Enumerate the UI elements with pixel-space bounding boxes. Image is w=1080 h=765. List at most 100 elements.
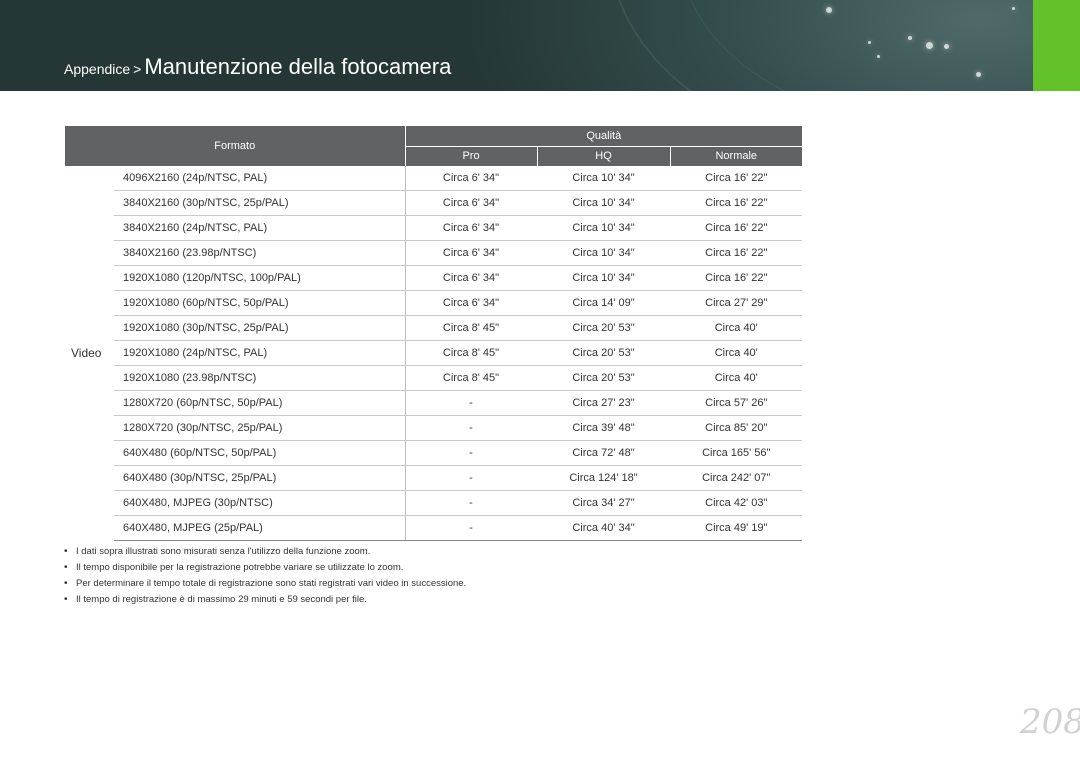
normale-cell: Circa 57' 26" (670, 390, 803, 416)
table-row: 1280X720 (30p/NTSC, 25p/PAL) - Circa 39' 4… (65, 415, 803, 441)
sparkle-dot (1012, 7, 1015, 10)
sparkle-dot (908, 36, 912, 40)
table-row: 1920X1080 (24p/NTSC, PAL) Circa 8' 45" Cir… (65, 340, 803, 366)
pro-cell: Circa 8' 45" (405, 340, 538, 366)
normale-cell: Circa 165' 56" (670, 440, 803, 466)
hq-cell: Circa 10' 34" (537, 265, 671, 291)
normale-cell: Circa 40' (670, 315, 803, 341)
format-cell: 4096X2160 (24p/NTSC, PAL) (114, 166, 406, 191)
header-normale: Normale (670, 146, 803, 166)
page-number: 208 (1020, 702, 1080, 742)
format-cell: 1920X1080 (23.98p/NTSC) (114, 365, 406, 391)
pro-cell: Circa 8' 45" (405, 365, 538, 391)
pro-cell: Circa 6' 34" (405, 166, 538, 191)
table-row: 3840X2160 (23.98p/NTSC) Circa 6' 34" Circa… (65, 240, 803, 266)
format-cell: 1280X720 (60p/NTSC, 50p/PAL) (114, 390, 406, 416)
pro-cell: Circa 6' 34" (405, 190, 538, 216)
note-item: • Per determinare il tempo totale di regi… (64, 578, 467, 589)
hq-cell: Circa 34' 27" (537, 490, 671, 516)
format-cell: 640X480 (60p/NTSC, 50p/PAL) (114, 440, 406, 466)
table-row: 1280X720 (60p/NTSC, 50p/PAL) - Circa 27' 2… (65, 390, 803, 416)
section-tab (1033, 0, 1080, 91)
breadcrumb-separator: > (133, 61, 142, 77)
hq-cell: Circa 27' 23" (537, 390, 671, 416)
pro-cell: - (405, 490, 538, 516)
format-cell: 640X480 (30p/NTSC, 25p/PAL) (114, 465, 406, 491)
format-cell: 1920X1080 (120p/NTSC, 100p/PAL) (114, 265, 406, 291)
sparkle-dot (944, 44, 949, 49)
normale-cell: Circa 49' 19" (670, 515, 803, 541)
hq-cell: Circa 39' 48" (537, 415, 671, 441)
table-row: 3840X2160 (30p/NTSC, 25p/PAL) Circa 6' 34… (65, 190, 803, 216)
note-item: • I dati sopra illustrati sono misurati s… (64, 546, 371, 557)
hq-cell: Circa 20' 53" (537, 365, 671, 391)
normale-cell: Circa 40' (670, 340, 803, 366)
normale-cell: Circa 27' 29" (670, 290, 803, 316)
format-cell: 640X480, MJPEG (30p/NTSC) (114, 490, 406, 516)
hq-cell: Circa 124' 18" (537, 465, 671, 491)
notes-list: • I dati sopra illustrati sono misurati s… (64, 544, 764, 608)
normale-cell: Circa 16' 22" (670, 166, 803, 191)
sparkle-dot (877, 55, 880, 58)
breadcrumb: Appendice > Manutenzione della fotocamera (64, 54, 451, 80)
format-cell: 3840X2160 (23.98p/NTSC) (114, 240, 406, 266)
pro-cell: - (405, 515, 538, 541)
sparkle-dot (826, 7, 832, 13)
hq-cell: Circa 10' 34" (537, 166, 671, 191)
format-cell: 1920X1080 (60p/NTSC, 50p/PAL) (114, 290, 406, 316)
pro-cell: Circa 6' 34" (405, 240, 538, 266)
format-cell: 3840X2160 (30p/NTSC, 25p/PAL) (114, 190, 406, 216)
normale-cell: Circa 42' 03" (670, 490, 803, 516)
note-item: • Il tempo di registrazione è di massimo … (64, 594, 367, 605)
recording-time-table: Formato Qualità Pro HQ Normale Video 4096… (65, 126, 803, 541)
format-cell: 1920X1080 (24p/NTSC, PAL) (114, 340, 406, 366)
category-label: Video (71, 346, 102, 361)
header-banner: Appendice > Manutenzione della fotocamera (0, 0, 1080, 91)
table-row: 640X480, MJPEG (25p/PAL) - Circa 40' 34" Ci… (65, 515, 803, 541)
table-row: 640X480, MJPEG (30p/NTSC) - Circa 34' 27" C… (65, 490, 803, 516)
normale-cell: Circa 16' 22" (670, 215, 803, 241)
normale-cell: Circa 40' (670, 365, 803, 391)
sparkle-dot (976, 72, 981, 77)
hq-cell: Circa 40' 34" (537, 515, 671, 541)
pro-cell: - (405, 390, 538, 416)
pro-cell: - (405, 440, 538, 466)
normale-cell: Circa 16' 22" (670, 265, 803, 291)
header-hq: HQ (537, 146, 671, 166)
hq-cell: Circa 10' 34" (537, 190, 671, 216)
normale-cell: Circa 242' 07" (670, 465, 803, 491)
table-row: 1920X1080 (30p/NTSC, 25p/PAL) Circa 8' 45… (65, 315, 803, 341)
format-cell: 3840X2160 (24p/NTSC, PAL) (114, 215, 406, 241)
table-row: Video 4096X2160 (24p/NTSC, PAL) Circa 6' 3… (65, 166, 803, 360)
hq-cell: Circa 10' 34" (537, 215, 671, 241)
pro-cell: - (405, 465, 538, 491)
hq-cell: Circa 14' 09" (537, 290, 671, 316)
hq-cell: Circa 72' 48" (537, 440, 671, 466)
table-row: 3840X2160 (24p/NTSC, PAL) Circa 6' 34" Cir… (65, 215, 803, 241)
table-row: 1920X1080 (60p/NTSC, 50p/PAL) Circa 6' 34… (65, 290, 803, 316)
format-cell: 640X480, MJPEG (25p/PAL) (114, 515, 406, 541)
header-qualita: Qualità (405, 126, 803, 147)
sparkle-dot (926, 42, 933, 49)
table-row: 640X480 (60p/NTSC, 50p/PAL) - Circa 72' 48… (65, 440, 803, 466)
normale-cell: Circa 85' 20" (670, 415, 803, 441)
pro-cell: Circa 6' 34" (405, 265, 538, 291)
hq-cell: Circa 20' 53" (537, 340, 671, 366)
hq-cell: Circa 10' 34" (537, 240, 671, 266)
format-cell: 1280X720 (30p/NTSC, 25p/PAL) (114, 415, 406, 441)
page-title: Manutenzione della fotocamera (144, 54, 452, 79)
hq-cell: Circa 20' 53" (537, 315, 671, 341)
table-row: 1920X1080 (23.98p/NTSC) Circa 8' 45" Circa… (65, 365, 803, 391)
pro-cell: Circa 6' 34" (405, 215, 538, 241)
format-cell: 1920X1080 (30p/NTSC, 25p/PAL) (114, 315, 406, 341)
note-item: • Il tempo disponibile per la registrazio… (64, 562, 404, 573)
header-formato: Formato (65, 126, 406, 166)
pro-cell: Circa 8' 45" (405, 315, 538, 341)
sparkle-dot (868, 41, 871, 44)
header-pro: Pro (405, 146, 538, 166)
pro-cell: Circa 6' 34" (405, 290, 538, 316)
breadcrumb-parent[interactable]: Appendice (64, 61, 130, 77)
pro-cell: - (405, 415, 538, 441)
table-row: 640X480 (30p/NTSC, 25p/PAL) - Circa 124' 1… (65, 465, 803, 491)
table-row: 1920X1080 (120p/NTSC, 100p/PAL) Circa 6' … (65, 265, 803, 291)
